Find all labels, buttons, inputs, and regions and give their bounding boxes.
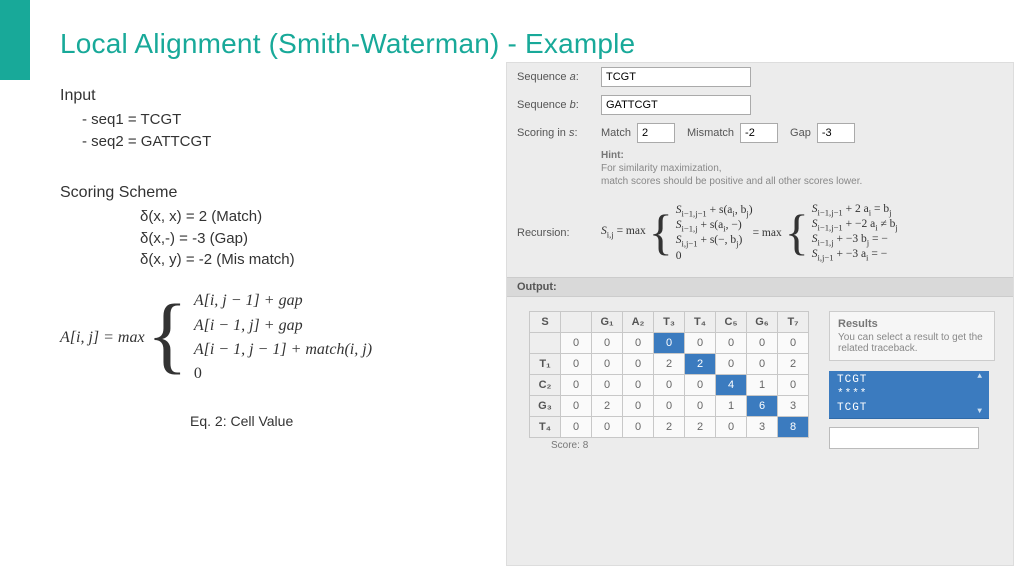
- dp-cell[interactable]: 4: [716, 375, 747, 396]
- dp-col-header: T₇: [778, 312, 809, 333]
- dp-cell[interactable]: 0: [561, 396, 592, 417]
- seq-b-input[interactable]: [601, 95, 751, 115]
- dp-cell[interactable]: 0: [685, 333, 716, 354]
- eq-case-3: A[i − 1, j − 1] + match(i, j): [194, 338, 372, 362]
- dp-col-header: A₂: [623, 312, 654, 333]
- seq-a-label: Sequence a:: [517, 71, 601, 83]
- dp-cell[interactable]: 3: [747, 417, 778, 438]
- dp-col-header: G₁: [592, 312, 623, 333]
- result-filter-input[interactable]: [829, 427, 979, 449]
- dp-cell[interactable]: 0: [654, 333, 685, 354]
- gap-rule: δ(x,-) = -3 (Gap): [140, 228, 480, 250]
- dp-cell[interactable]: 2: [654, 354, 685, 375]
- dp-corner: S: [530, 312, 561, 333]
- dp-cell[interactable]: 0: [716, 333, 747, 354]
- dp-cell[interactable]: 0: [623, 417, 654, 438]
- seq1-text: - seq1 = TCGT: [82, 109, 480, 131]
- match-input[interactable]: [637, 123, 675, 143]
- left-column: Input - seq1 = TCGT - seq2 = GATTCGT Sco…: [60, 80, 480, 431]
- dp-cell[interactable]: 0: [778, 375, 809, 396]
- eq-case-2: A[i − 1, j] + gap: [194, 314, 372, 338]
- caret-down-icon[interactable]: ▼: [977, 407, 983, 417]
- dp-table-wrap: SG₁A₂T₃T₄C₅G₆T₇00000000T₁00022002C₂00000…: [529, 311, 809, 451]
- dp-cell[interactable]: 2: [685, 354, 716, 375]
- dp-cell[interactable]: 0: [747, 354, 778, 375]
- dp-row-header: T₄: [530, 417, 561, 438]
- dp-cell[interactable]: 0: [654, 396, 685, 417]
- recursion-formula: Si,j = max { Si−1,j−1 + s(ai, bj) Si−1,j…: [601, 202, 898, 263]
- dp-table: SG₁A₂T₃T₄C₅G₆T₇00000000T₁00022002C₂00000…: [529, 311, 809, 438]
- dp-cell[interactable]: 2: [654, 417, 685, 438]
- output-heading: Output:: [507, 277, 1013, 297]
- seq-b-label: Sequence b:: [517, 99, 601, 111]
- dp-cell[interactable]: 0: [623, 333, 654, 354]
- dp-cell[interactable]: 0: [623, 375, 654, 396]
- dp-cell[interactable]: 0: [716, 417, 747, 438]
- result-item[interactable]: ▲ TCGT **** TCGT ▼: [829, 371, 989, 419]
- dp-cell[interactable]: 0: [685, 396, 716, 417]
- eq-case-1: A[i, j − 1] + gap: [194, 289, 372, 313]
- dp-cell[interactable]: 8: [778, 417, 809, 438]
- mismatch-rule: δ(x, y) = -2 (Mis match): [140, 249, 480, 271]
- dp-cell[interactable]: 0: [592, 375, 623, 396]
- dp-cell[interactable]: 0: [747, 333, 778, 354]
- dp-cell[interactable]: 0: [654, 375, 685, 396]
- dp-cell[interactable]: 0: [561, 417, 592, 438]
- scoring-heading: Scoring Scheme: [60, 181, 480, 204]
- caret-up-icon[interactable]: ▲: [977, 372, 983, 382]
- recursion-label: Recursion:: [517, 227, 601, 239]
- dp-cell[interactable]: 3: [778, 396, 809, 417]
- mismatch-label: Mismatch: [687, 127, 734, 139]
- mismatch-input[interactable]: [740, 123, 778, 143]
- seq-a-input[interactable]: [601, 67, 751, 87]
- seq2-text: - seq2 = GATTCGT: [82, 131, 480, 153]
- dp-cell[interactable]: 0: [561, 333, 592, 354]
- dp-cell[interactable]: 0: [685, 375, 716, 396]
- dp-cell[interactable]: 2: [778, 354, 809, 375]
- dp-row-header: T₁: [530, 354, 561, 375]
- dp-cell[interactable]: 0: [778, 333, 809, 354]
- gap-input[interactable]: [817, 123, 855, 143]
- dp-row-header: C₂: [530, 375, 561, 396]
- dp-cell[interactable]: 1: [716, 396, 747, 417]
- dp-cell[interactable]: 0: [592, 333, 623, 354]
- eq-lhs: A[i, j] = max: [60, 327, 145, 349]
- recurrence-equation: A[i, j] = max { A[i, j − 1] + gap A[i − …: [60, 289, 480, 387]
- results-box: Results You can select a result to get t…: [829, 311, 995, 361]
- equation-caption: Eq. 2: Cell Value: [190, 411, 480, 431]
- dp-col-header: C₅: [716, 312, 747, 333]
- dp-col-header: G₆: [747, 312, 778, 333]
- accent-bar: [0, 0, 30, 80]
- results-title: Results: [838, 318, 986, 330]
- dp-col-header: T₄: [685, 312, 716, 333]
- slide-title: Local Alignment (Smith-Waterman) - Examp…: [60, 28, 635, 60]
- dp-cell[interactable]: 6: [747, 396, 778, 417]
- tool-panel: Sequence a: Sequence b: Scoring in s: Ma…: [506, 62, 1014, 566]
- gap-label: Gap: [790, 127, 811, 139]
- results-desc: You can select a result to get the relat…: [838, 332, 986, 354]
- dp-cell[interactable]: 0: [561, 354, 592, 375]
- dp-cell[interactable]: 0: [623, 396, 654, 417]
- match-label: Match: [601, 127, 631, 139]
- dp-cell[interactable]: 0: [592, 354, 623, 375]
- dp-cell[interactable]: 2: [685, 417, 716, 438]
- dp-cell[interactable]: 1: [747, 375, 778, 396]
- dp-col-header: [561, 312, 592, 333]
- dp-row-header: G₃: [530, 396, 561, 417]
- dp-row-header: [530, 333, 561, 354]
- dp-cell[interactable]: 0: [716, 354, 747, 375]
- score-line: Score: 8: [529, 438, 809, 451]
- scoring-label: Scoring in s:: [517, 127, 601, 139]
- dp-cell[interactable]: 0: [592, 417, 623, 438]
- hint-text: Hint: For similarity maximization, match…: [507, 147, 1013, 194]
- input-heading: Input: [60, 84, 480, 107]
- dp-col-header: T₃: [654, 312, 685, 333]
- result-select[interactable]: ▲ TCGT **** TCGT ▼: [829, 371, 989, 419]
- dp-cell[interactable]: 2: [592, 396, 623, 417]
- eq-case-4: 0: [194, 362, 372, 386]
- match-rule: δ(x, x) = 2 (Match): [140, 206, 480, 228]
- brace-icon: {: [147, 300, 188, 369]
- dp-cell[interactable]: 0: [561, 375, 592, 396]
- dp-cell[interactable]: 0: [623, 354, 654, 375]
